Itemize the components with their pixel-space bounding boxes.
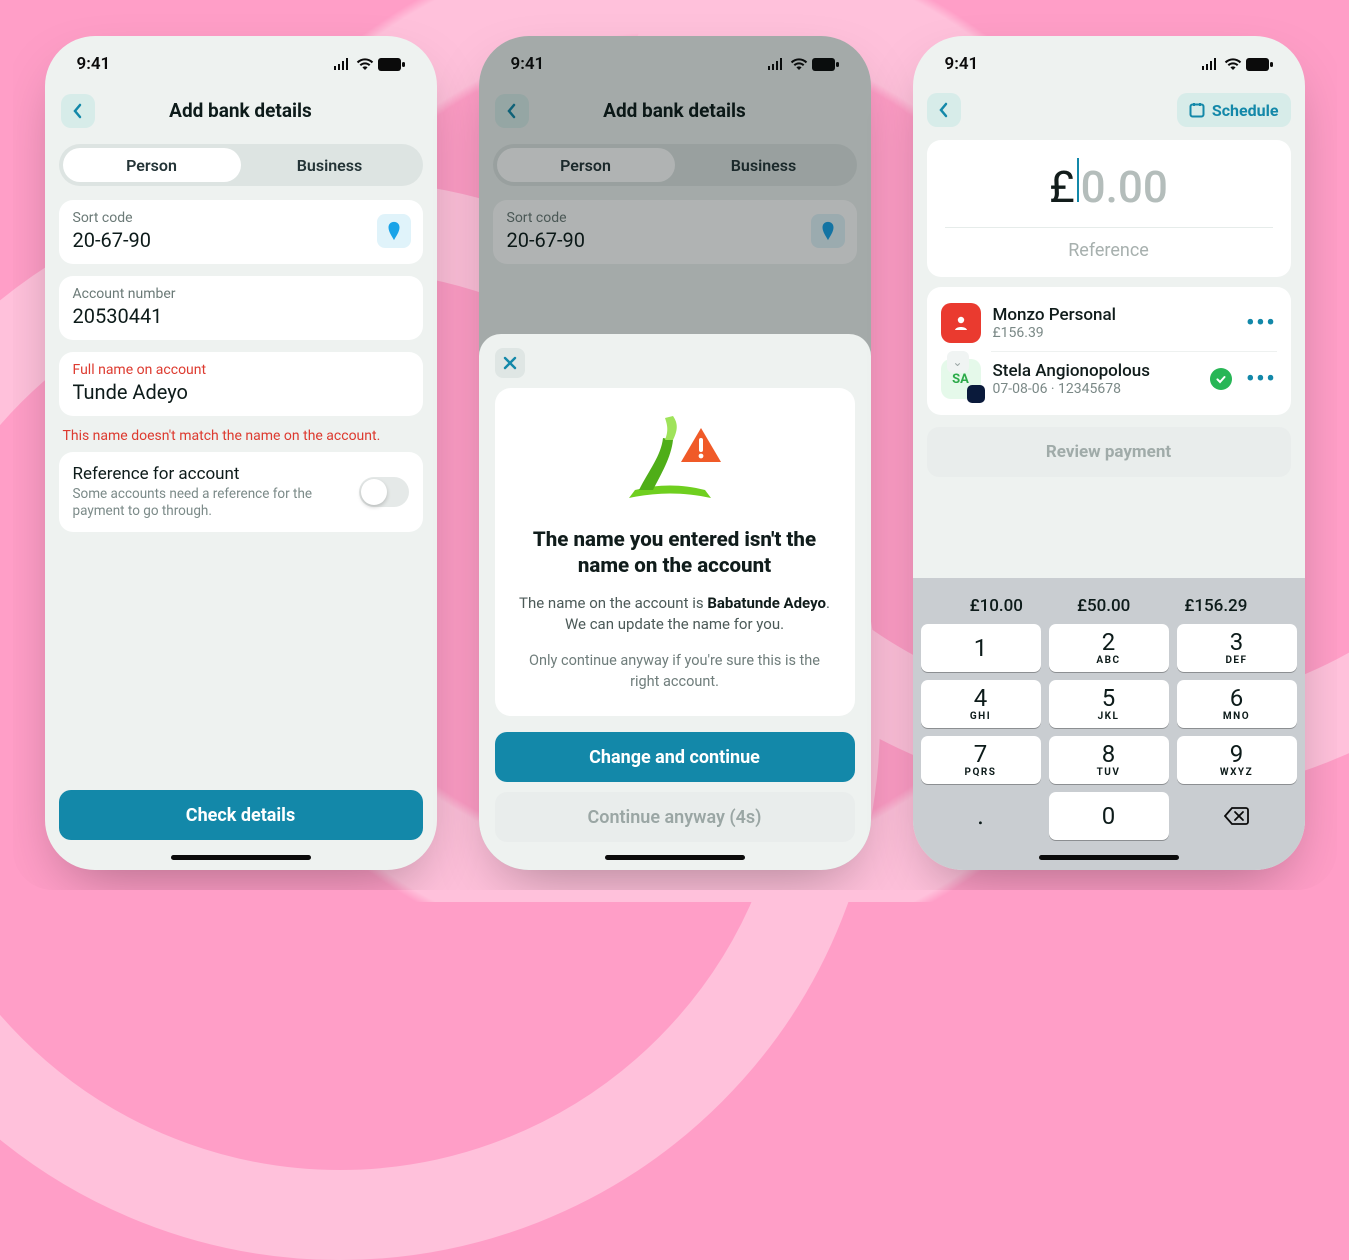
account-number-field[interactable]: Account number 20530441 [59, 276, 423, 340]
key-7[interactable]: 7PQRS [921, 736, 1041, 784]
key-9[interactable]: 9WXYZ [1177, 736, 1297, 784]
full-name-field[interactable]: Full name on account Tunde Adeyo [59, 352, 423, 416]
key-5[interactable]: 5JKL [1049, 680, 1169, 728]
reference-title: Reference for account [73, 464, 349, 484]
full-name-label: Full name on account [73, 362, 409, 378]
battery-icon [1246, 58, 1273, 71]
text-caret [1077, 158, 1079, 202]
accounts-card: ⌄ Monzo Personal £156.39 ••• SA [927, 287, 1291, 415]
screen-add-bank-details: 9:41 Add bank details Person Business [45, 36, 437, 870]
actual-account-name: Babatunde Adeyo [707, 594, 826, 612]
transfer-arrow-icon: ⌄ [947, 351, 969, 373]
sheet-body: The name on the account is Babatunde Ade… [515, 593, 835, 635]
back-button[interactable] [927, 93, 961, 127]
tab-person[interactable]: Person [63, 148, 241, 182]
amount-placeholder: 0.00 [1081, 161, 1168, 213]
home-indicator [1039, 855, 1179, 860]
battery-icon [378, 58, 405, 71]
screen-payment-amount: 9:41 Schedule £ [913, 36, 1305, 870]
name-error-message: This name doesn't match the name on the … [59, 428, 423, 452]
from-account-row[interactable]: Monzo Personal £156.39 ••• [937, 295, 1281, 351]
check-details-button[interactable]: Check details [59, 790, 423, 840]
currency-symbol: £ [1049, 161, 1075, 213]
key-8[interactable]: 8TUV [1049, 736, 1169, 784]
amount-card: £ 0.00 Reference [927, 140, 1291, 277]
review-payment-button[interactable]: Review payment [927, 427, 1291, 477]
key-2[interactable]: 2ABC [1049, 624, 1169, 672]
sort-code-field[interactable]: Sort code 20-67-90 [59, 200, 423, 264]
status-icons [1201, 58, 1273, 71]
from-account-more-icon[interactable]: ••• [1246, 311, 1276, 336]
status-time: 9:41 [77, 54, 111, 74]
chevron-left-icon [73, 103, 83, 119]
sheet-title: The name you entered isn't the name on t… [515, 528, 835, 579]
to-account-name: Stela Angionopolous [993, 361, 1199, 381]
full-name-value: Tunde Adeyo [73, 380, 409, 404]
wifi-icon [1224, 58, 1242, 70]
to-account-row[interactable]: SA Stela Angionopolous 07-08-06 · 123456… [937, 351, 1281, 407]
delete-icon [1224, 807, 1250, 825]
key-4[interactable]: 4GHI [921, 680, 1041, 728]
cellular-icon [333, 58, 352, 70]
amount-input[interactable]: £ 0.00 [1049, 158, 1168, 213]
reference-toggle[interactable] [359, 477, 409, 507]
schedule-button[interactable]: Schedule [1177, 93, 1291, 127]
close-button[interactable] [495, 348, 525, 378]
person-icon [952, 314, 970, 332]
account-number-label: Account number [73, 286, 409, 302]
status-bar: 9:41 [45, 36, 437, 86]
to-initials: SA [952, 372, 969, 387]
status-time: 9:41 [945, 54, 979, 74]
status-icons [333, 58, 405, 71]
quick-amount-1[interactable]: £50.00 [1077, 596, 1130, 616]
from-account-name: Monzo Personal [993, 305, 1235, 325]
sort-code-value: 20-67-90 [73, 228, 409, 252]
to-account-more-icon[interactable]: ••• [1246, 367, 1276, 392]
change-and-continue-button[interactable]: Change and continue [495, 732, 855, 782]
key-delete[interactable] [1177, 792, 1297, 840]
wifi-icon [356, 58, 374, 70]
from-account-balance: £156.39 [993, 325, 1235, 341]
bank-logo-icon [377, 214, 411, 248]
schedule-label: Schedule [1212, 101, 1279, 120]
from-account-avatar [941, 303, 981, 343]
cellular-icon [1201, 58, 1220, 70]
to-account-meta: 07-08-06 · 12345678 [993, 381, 1199, 397]
numeric-keypad: £10.00 £50.00 £156.29 12ABC3DEF 4GHI5JKL6… [913, 578, 1305, 870]
tab-business[interactable]: Business [241, 148, 419, 182]
reference-subtitle: Some accounts need a reference for the p… [73, 486, 349, 520]
continue-anyway-button[interactable]: Continue anyway (4s) [495, 792, 855, 842]
home-indicator [171, 855, 311, 860]
warning-illustration-icon [605, 410, 745, 514]
name-mismatch-sheet: The name you entered isn't the name on t… [479, 334, 871, 870]
home-indicator [605, 855, 745, 860]
verified-tick-icon [1210, 368, 1232, 390]
status-bar: 9:41 [913, 36, 1305, 86]
reference-input[interactable]: Reference [927, 240, 1291, 261]
key-6[interactable]: 6MNO [1177, 680, 1297, 728]
close-icon [503, 356, 517, 370]
calendar-icon [1189, 102, 1205, 118]
chevron-left-icon [939, 102, 949, 118]
screen-name-mismatch-sheet: 9:41 Add bank details Person Business [479, 36, 871, 870]
sheet-hint: Only continue anyway if you're sure this… [515, 651, 835, 692]
quick-amount-0[interactable]: £10.00 [970, 596, 1023, 616]
reference-toggle-row: Reference for account Some accounts need… [59, 452, 423, 532]
key-3[interactable]: 3DEF [1177, 624, 1297, 672]
account-type-segment: Person Business [59, 144, 423, 186]
to-account-badge-icon [967, 385, 985, 403]
key-dot[interactable]: . [921, 792, 1041, 840]
key-1[interactable]: 1 [921, 624, 1041, 672]
key-0[interactable]: 0 [1049, 792, 1169, 840]
back-button[interactable] [61, 94, 95, 128]
sort-code-label: Sort code [73, 210, 409, 226]
quick-amount-2[interactable]: £156.29 [1184, 596, 1247, 616]
account-number-value: 20530441 [73, 304, 409, 328]
page-title: Add bank details [169, 99, 312, 122]
